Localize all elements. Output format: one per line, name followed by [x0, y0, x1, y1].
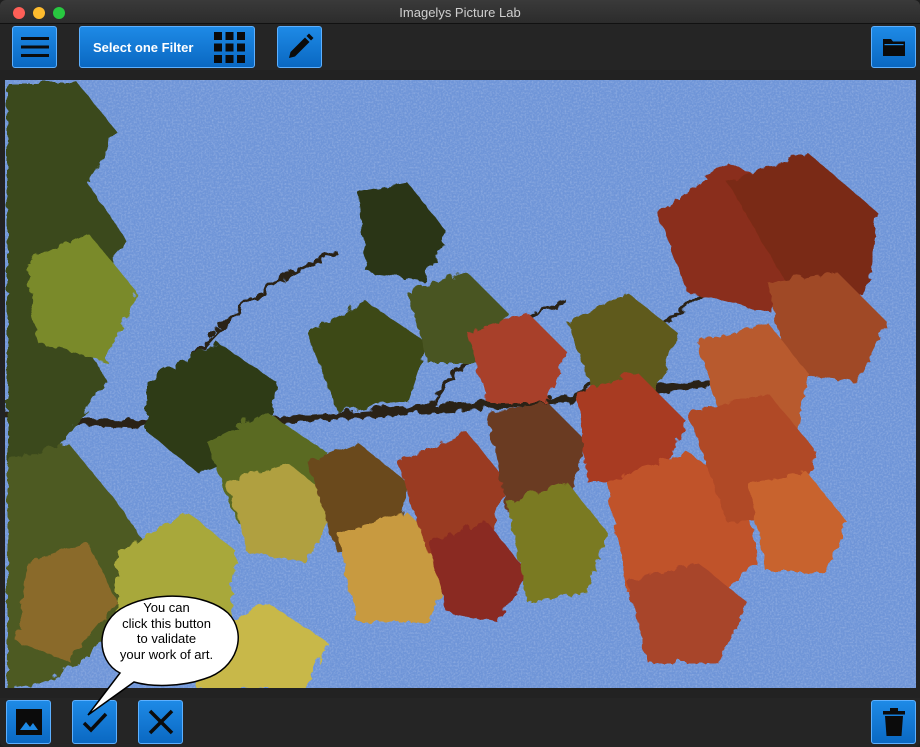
menu-button[interactable] [12, 26, 57, 68]
folder-icon [882, 39, 905, 56]
title-bar: Imagelys Picture Lab [0, 0, 920, 24]
tooltip-text: You can click this button to validate yo… [100, 600, 233, 662]
select-filter-button[interactable]: Select one Filter [79, 26, 255, 68]
image-icon [15, 709, 42, 735]
window-title: Imagelys Picture Lab [399, 5, 521, 20]
top-toolbar: Select one Filter [0, 24, 920, 70]
tooltip-line: to validate [136, 631, 197, 646]
trash-icon [882, 708, 905, 736]
grid-icon [214, 32, 245, 63]
hamburger-icon [20, 37, 49, 57]
tooltip-line: click this button [122, 615, 211, 631]
app-window: Imagelys Picture Lab Select one Filter Y… [0, 0, 920, 747]
tooltip-line: your work of art. [119, 646, 214, 662]
select-filter-label: Select one Filter [93, 39, 194, 55]
edit-button[interactable] [277, 26, 322, 68]
image-button[interactable] [6, 700, 51, 744]
pencil-icon [288, 33, 313, 58]
tooltip-line: You can [143, 600, 190, 615]
open-folder-button[interactable] [871, 26, 916, 68]
delete-button[interactable] [871, 700, 916, 744]
